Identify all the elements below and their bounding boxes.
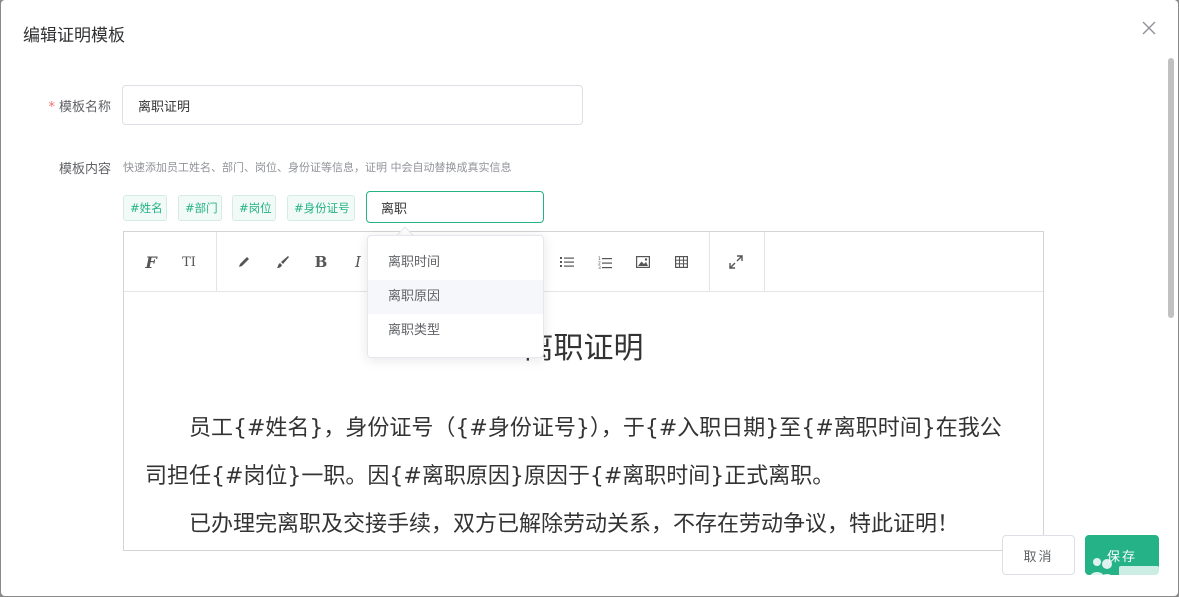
tag-id-number[interactable]: #身份证号: [287, 195, 355, 221]
dialog-title: 编辑证明模板: [23, 26, 125, 46]
edit-template-dialog: 编辑证明模板 *模板名称 模板内容 快速添加员工姓名、部门、岗位、身份证等信息，…: [1, 0, 1178, 596]
dropdown-item-resign-reason[interactable]: 离职原因: [368, 280, 543, 314]
brush-icon[interactable]: [271, 250, 295, 274]
font-size-icon[interactable]: TI: [177, 250, 201, 274]
toolbar-separator: [216, 232, 217, 292]
template-name-input[interactable]: [122, 85, 583, 125]
toolbar-separator: [709, 232, 710, 292]
rich-text-editor: F TI B I 123 离职证明 员工{#姓名}，身份证号（{#身份证号}），…: [123, 231, 1044, 551]
fullscreen-icon[interactable]: [724, 250, 748, 274]
font-family-glyph: F: [145, 252, 157, 272]
table-icon[interactable]: [669, 250, 693, 274]
field-suggestion-dropdown: 离职时间 离职原因 离职类型: [367, 235, 544, 358]
tag-name[interactable]: #姓名: [123, 195, 167, 221]
editor-toolbar: F TI B I 123: [124, 232, 1043, 292]
document-title: 离职证明: [523, 331, 644, 366]
italic-glyph: I: [355, 253, 361, 271]
font-family-icon[interactable]: F: [139, 250, 163, 274]
image-icon[interactable]: [631, 250, 655, 274]
template-name-label: * 模板名称: [31, 96, 111, 115]
close-icon[interactable]: [1142, 21, 1158, 37]
dialog-scrollbar[interactable]: [1165, 52, 1177, 524]
tag-position[interactable]: #岗位: [232, 195, 276, 221]
document-paragraph: 员工{#姓名}，身份证号（{#身份证号}），于{#入职日期}至{#离职时间}在我…: [145, 416, 1002, 489]
svg-text:3: 3: [598, 265, 601, 269]
required-mark: *: [48, 100, 55, 115]
scrollbar-thumb[interactable]: [1168, 58, 1174, 318]
dropdown-item-resign-type[interactable]: 离职类型: [368, 314, 543, 348]
document-paragraph: 已办理完离职及交接手续，双方已解除劳动关系，不存在劳动争议，特此证明！: [189, 512, 960, 537]
bold-icon[interactable]: B: [309, 250, 333, 274]
pencil-icon[interactable]: [232, 250, 256, 274]
unordered-list-icon[interactable]: [555, 250, 579, 274]
tag-department[interactable]: #部门: [178, 195, 222, 221]
template-content-label: 模板内容: [58, 162, 111, 177]
cancel-button[interactable]: 取消: [1002, 535, 1075, 575]
ordered-list-icon[interactable]: 123: [593, 250, 617, 274]
bold-glyph: B: [314, 253, 328, 271]
font-size-glyph: TI: [182, 254, 196, 270]
dropdown-item-resign-time[interactable]: 离职时间: [368, 246, 543, 280]
save-button[interactable]: 保存: [1085, 535, 1159, 575]
content-hint: 快速添加员工姓名、部门、岗位、身份证等信息，证明 中会自动替换成真实信息: [123, 161, 512, 174]
template-name-label-text: 模板名称: [58, 100, 111, 115]
toolbar-separator: [764, 232, 765, 292]
field-search-input[interactable]: [366, 191, 544, 223]
